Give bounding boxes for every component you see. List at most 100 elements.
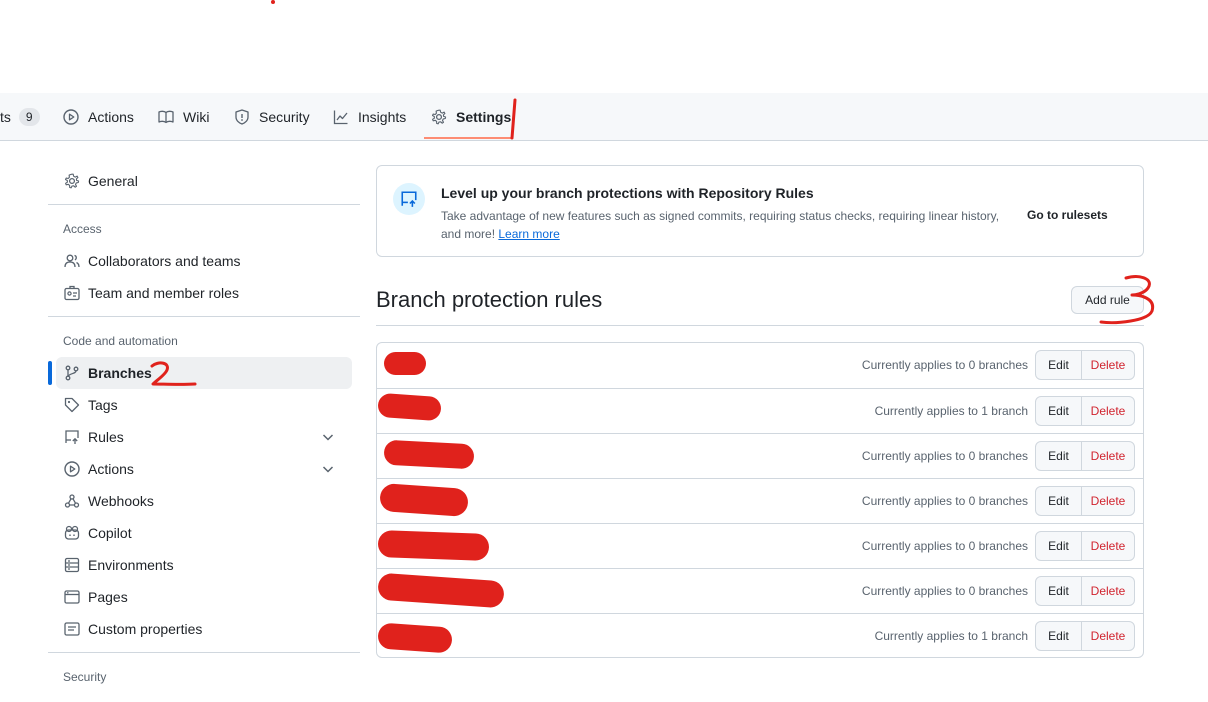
- delete-button[interactable]: Delete: [1082, 532, 1134, 560]
- sidebar-heading-access: Access: [63, 222, 102, 236]
- sidebar-item-team-roles[interactable]: Team and member roles: [56, 277, 352, 309]
- tab-insights[interactable]: Insights: [333, 93, 406, 141]
- sidebar-item-label: Copilot: [88, 525, 132, 541]
- id-badge-icon: [64, 285, 80, 301]
- tag-icon: [64, 397, 80, 413]
- table-row: Currently applies to 0 branches Edit Del…: [377, 433, 1143, 478]
- sidebar-item-rules[interactable]: Rules: [56, 421, 352, 453]
- table-row: Currently applies to 0 branches Edit Del…: [377, 478, 1143, 523]
- pull-requests-count-badge: 9: [18, 108, 40, 126]
- tab-label: Security: [259, 109, 310, 125]
- edit-button[interactable]: Edit: [1036, 577, 1082, 605]
- rulesets-promo-banner: Level up your branch protections with Re…: [376, 165, 1144, 257]
- go-to-rulesets-link[interactable]: Go to rulesets: [1027, 208, 1108, 222]
- delete-button[interactable]: Delete: [1082, 442, 1134, 470]
- rule-actions: Edit Delete: [1035, 576, 1135, 606]
- repo-nav: ts 9 Actions Wiki Security Insights Sett…: [0, 93, 1208, 141]
- rule-status: Currently applies to 0 branches: [861, 358, 1028, 372]
- sidebar-item-label: General: [88, 173, 138, 189]
- rule-status: Currently applies to 0 branches: [861, 539, 1028, 553]
- sidebar-item-label: Branches: [88, 365, 152, 381]
- people-icon: [64, 254, 80, 268]
- table-row: Currently applies to 0 branches Edit Del…: [377, 523, 1143, 568]
- rule-actions: Edit Delete: [1035, 350, 1135, 380]
- graph-icon: [333, 110, 348, 125]
- rule-status: Currently applies to 0 branches: [861, 494, 1028, 508]
- sidebar-item-label: Actions: [88, 461, 134, 477]
- play-circle-icon: [64, 461, 80, 477]
- sidebar-item-pages[interactable]: Pages: [56, 581, 352, 613]
- annotation-mark-2: [150, 361, 197, 386]
- git-branch-icon: [65, 365, 79, 381]
- tab-settings[interactable]: Settings: [431, 93, 511, 141]
- learn-more-link[interactable]: Learn more: [498, 227, 559, 241]
- browser-icon: [64, 590, 80, 604]
- repo-rules-icon: [393, 183, 425, 215]
- rule-actions: Edit Delete: [1035, 621, 1135, 651]
- banner-description: Take advantage of new features such as s…: [441, 207, 1021, 243]
- tab-security[interactable]: Security: [234, 93, 310, 141]
- book-icon: [158, 110, 174, 124]
- annotation-dot: [271, 0, 275, 4]
- sidebar-item-general[interactable]: General: [56, 165, 352, 197]
- repo-push-icon: [65, 430, 79, 444]
- sidebar-item-label: Rules: [88, 429, 124, 445]
- edit-button[interactable]: Edit: [1036, 351, 1082, 379]
- branch-rules-list: Currently applies to 0 branches Edit Del…: [376, 342, 1144, 658]
- rule-actions: Edit Delete: [1035, 486, 1135, 516]
- sidebar-item-label: Pages: [88, 589, 128, 605]
- tab-actions[interactable]: Actions: [63, 93, 134, 141]
- sidebar-item-copilot[interactable]: Copilot: [56, 517, 352, 549]
- note-icon: [64, 622, 80, 636]
- sidebar-heading-code-automation: Code and automation: [63, 334, 178, 348]
- chevron-down-icon[interactable]: [320, 429, 336, 445]
- sidebar-item-label: Environments: [88, 557, 174, 573]
- edit-button[interactable]: Edit: [1036, 397, 1082, 425]
- delete-button[interactable]: Delete: [1082, 577, 1134, 605]
- sidebar-item-label: Webhooks: [88, 493, 154, 509]
- redaction-mark: [377, 622, 453, 654]
- sidebar-item-webhooks[interactable]: Webhooks: [56, 485, 352, 517]
- chevron-down-icon[interactable]: [320, 461, 336, 477]
- edit-button[interactable]: Edit: [1036, 532, 1082, 560]
- gear-icon: [64, 173, 80, 189]
- play-circle-icon: [63, 109, 79, 125]
- rule-actions: Edit Delete: [1035, 531, 1135, 561]
- annotation-mark-3: [1099, 275, 1155, 325]
- redaction-mark: [383, 439, 475, 470]
- banner-title: Level up your branch protections with Re…: [441, 185, 814, 201]
- delete-button[interactable]: Delete: [1082, 351, 1134, 379]
- sidebar-item-environments[interactable]: Environments: [56, 549, 352, 581]
- delete-button[interactable]: Delete: [1082, 397, 1134, 425]
- selected-tab-underline: [424, 137, 512, 139]
- sidebar-item-custom-properties[interactable]: Custom properties: [56, 613, 352, 645]
- edit-button[interactable]: Edit: [1036, 622, 1082, 650]
- rule-status: Currently applies to 1 branch: [874, 404, 1028, 418]
- rule-status: Currently applies to 0 branches: [861, 449, 1028, 463]
- gear-icon: [431, 109, 447, 125]
- rule-status: Currently applies to 1 branch: [874, 629, 1028, 643]
- shield-icon: [235, 109, 249, 125]
- sidebar-item-label: Team and member roles: [88, 285, 239, 301]
- rule-status: Currently applies to 0 branches: [861, 584, 1028, 598]
- sidebar-item-actions[interactable]: Actions: [56, 453, 352, 485]
- table-row: Currently applies to 1 branch Edit Delet…: [377, 388, 1143, 433]
- delete-button[interactable]: Delete: [1082, 622, 1134, 650]
- page-title: Branch protection rules: [376, 287, 603, 312]
- sidebar-item-tags[interactable]: Tags: [56, 389, 352, 421]
- sidebar-divider: [48, 204, 360, 205]
- tab-label: Actions: [88, 109, 134, 125]
- delete-button[interactable]: Delete: [1082, 487, 1134, 515]
- edit-button[interactable]: Edit: [1036, 442, 1082, 470]
- sidebar-item-branches[interactable]: Branches: [56, 357, 352, 389]
- tab-wiki[interactable]: Wiki: [158, 93, 209, 141]
- redaction-mark: [377, 530, 490, 561]
- rule-actions: Edit Delete: [1035, 441, 1135, 471]
- tab-pull-requests[interactable]: ts 9: [0, 93, 40, 141]
- table-row: Currently applies to 1 branch Edit Delet…: [377, 613, 1143, 657]
- redaction-mark: [377, 392, 442, 422]
- sidebar-item-label: Tags: [88, 397, 118, 413]
- edit-button[interactable]: Edit: [1036, 487, 1082, 515]
- selected-item-marker: [48, 361, 52, 385]
- sidebar-item-collaborators[interactable]: Collaborators and teams: [56, 245, 352, 277]
